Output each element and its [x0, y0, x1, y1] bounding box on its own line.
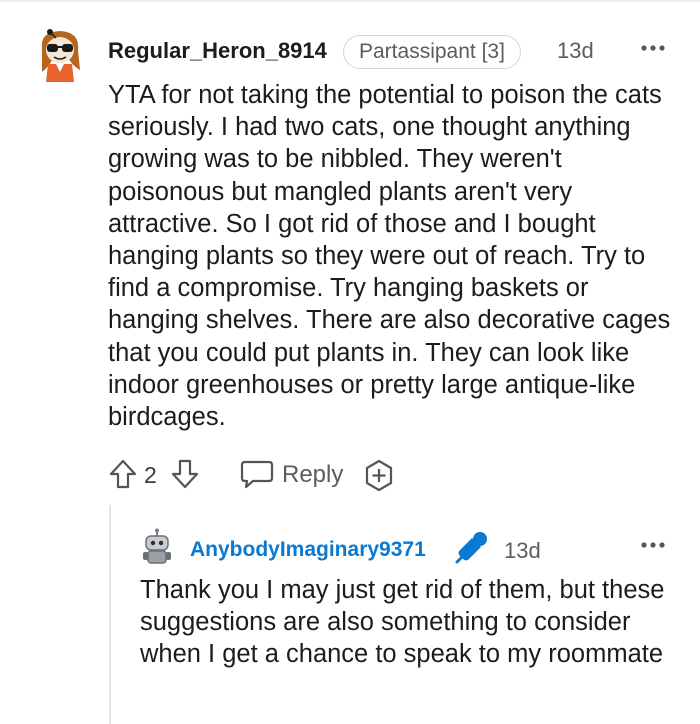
upvote-icon[interactable]	[108, 458, 138, 490]
comment-author[interactable]: Regular_Heron_8914	[108, 38, 327, 64]
vote-score: 2	[144, 462, 157, 488]
reply-author[interactable]: AnybodyImaginary9371	[190, 538, 426, 562]
user-avatar[interactable]	[34, 26, 86, 84]
reply-more-options-icon[interactable]	[638, 532, 668, 558]
comment-timestamp: 13d	[557, 38, 594, 63]
reply-button[interactable]: Reply	[238, 456, 343, 492]
microphone-icon	[455, 530, 489, 564]
reply-timestamp: 13d	[504, 538, 541, 563]
user-flair: Partassipant [3]	[343, 35, 521, 69]
reply-label: Reply	[282, 461, 344, 488]
reply-body: Thank you I may just get rid of them, bu…	[140, 576, 665, 669]
top-divider	[0, 0, 700, 2]
reply-user-avatar[interactable]	[141, 528, 173, 566]
downvote-icon[interactable]	[170, 458, 200, 490]
more-options-icon[interactable]	[638, 35, 668, 61]
award-plus-icon[interactable]	[362, 459, 396, 493]
speech-bubble-icon	[240, 459, 274, 489]
comment-body: YTA for not taking the potential to pois…	[108, 81, 671, 432]
thread-line[interactable]	[109, 505, 111, 724]
